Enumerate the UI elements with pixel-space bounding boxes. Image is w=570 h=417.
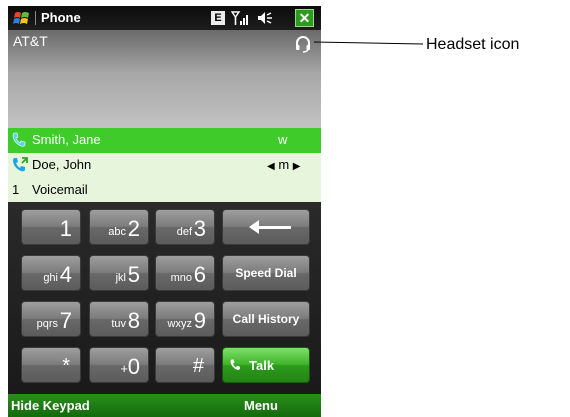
callout-line	[313, 41, 424, 45]
callout-label: Headset icon	[426, 36, 520, 53]
